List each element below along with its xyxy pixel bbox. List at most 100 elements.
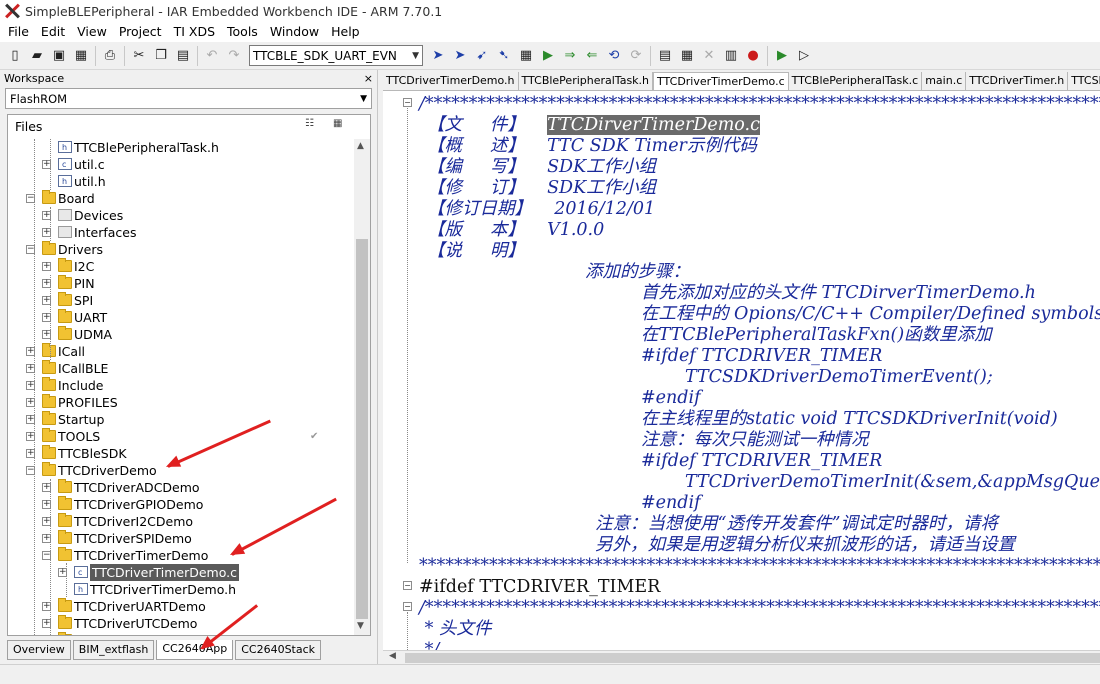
tree-item[interactable]: + TTCDriverUTCDemo — [8, 615, 354, 632]
folder-icon — [42, 462, 56, 476]
tab-cc2640stack[interactable]: CC2640Stack — [235, 640, 322, 660]
replace-icon[interactable]: ➷ — [494, 46, 514, 66]
editor-tab[interactable]: TTCDriverTimerDemo.c — [653, 72, 789, 90]
editor-tab[interactable]: TTCBlePeripheralTask.c — [789, 72, 923, 90]
build-column-icon[interactable]: ▦ — [333, 118, 347, 132]
tree-item[interactable]: − Drivers — [8, 241, 354, 258]
make-icon[interactable]: ▦ — [677, 46, 697, 66]
save-all-icon[interactable]: ▦ — [71, 46, 91, 66]
menu-window[interactable]: Window — [264, 22, 325, 42]
tree-item[interactable]: + UDMA — [8, 326, 354, 343]
menu-project[interactable]: Project — [113, 22, 168, 42]
compile-icon[interactable]: ▤ — [655, 46, 675, 66]
code-line: ****************************************… — [419, 556, 1100, 576]
tree-item[interactable]: + Include — [8, 377, 354, 394]
tree-item[interactable]: + ICallBLE — [8, 360, 354, 377]
scroll-up-icon[interactable]: ▲ — [357, 141, 364, 151]
editor-tab[interactable]: main.c — [922, 72, 967, 90]
scrollbar-thumb[interactable] — [405, 653, 1100, 663]
tree-item[interactable]: TTCDriverTimerDemo.h — [8, 581, 354, 598]
tree-item[interactable]: + PIN — [8, 275, 354, 292]
paste-icon[interactable]: ▤ — [173, 46, 193, 66]
download-debug-icon[interactable]: ▶ — [772, 46, 792, 66]
menu-view[interactable]: View — [71, 22, 113, 42]
tree-item[interactable]: +util.c — [8, 156, 354, 173]
code-editor[interactable]: − − − /*********************************… — [383, 90, 1100, 650]
folder-icon — [58, 598, 72, 612]
scrollbar-thumb[interactable] — [356, 239, 368, 619]
build-config-select[interactable]: TTCBLE_SDK_UART_EVN ▼ — [249, 45, 423, 66]
toolbar-separator — [197, 45, 198, 66]
tree-item[interactable]: + TOOLS ✔ — [8, 428, 354, 445]
tree-item[interactable]: + Devices — [8, 207, 354, 224]
toggle-breakpoint-list-icon[interactable]: ▥ — [721, 46, 741, 66]
editor-tab[interactable]: TTCDriverTimerDemo.h — [383, 72, 519, 90]
menu-help[interactable]: Help — [325, 22, 366, 42]
copy-icon[interactable]: ❐ — [151, 46, 171, 66]
tab-cc2640app[interactable]: CC2640App — [156, 640, 234, 660]
tree-item[interactable]: + UART — [8, 309, 354, 326]
tree-item[interactable]: +TTCDriverTimerDemo.c — [8, 564, 354, 581]
find-prev-icon[interactable]: ➤ — [450, 46, 470, 66]
tree-item[interactable]: + ICall — [8, 343, 354, 360]
tab-bim-extflash[interactable]: BIM_extflash — [72, 640, 155, 660]
cut-icon[interactable]: ✂ — [129, 46, 149, 66]
fold-toggle-icon[interactable]: − — [403, 98, 412, 107]
new-file-icon[interactable]: ▯ — [5, 46, 25, 66]
fold-toggle-icon[interactable]: − — [403, 581, 412, 590]
file-icon — [58, 156, 72, 173]
fold-guide — [407, 108, 408, 563]
toggle-bookmark-icon[interactable]: ▶ — [538, 46, 558, 66]
fold-toggle-icon[interactable]: − — [403, 602, 412, 611]
save-icon[interactable]: ▣ — [49, 46, 69, 66]
tree-item-label: TTCDriverUARTDemo — [74, 599, 206, 614]
workspace-config-select[interactable]: FlashROM ▼ — [5, 88, 372, 109]
menu-file[interactable]: File — [2, 22, 35, 42]
find-in-files-icon[interactable]: ➹ — [472, 46, 492, 66]
redo-icon[interactable]: ↷ — [224, 46, 244, 66]
editor-tabs: TTCDriverTimerDemo.h TTCBlePeripheralTask… — [383, 72, 1100, 90]
next-bookmark-icon[interactable]: ⇒ — [560, 46, 580, 66]
options-column-icon[interactable]: ☷ — [305, 118, 319, 132]
tree-item[interactable]: TTCBlePeripheralTask.h — [8, 139, 354, 156]
editor-tab[interactable]: TTCSDKBoard.h — [1068, 72, 1100, 90]
editor-tab[interactable]: TTCDriverTimer.h — [966, 72, 1069, 90]
editor-horizontal-scrollbar[interactable]: ◀ — [383, 650, 1100, 664]
menu-edit[interactable]: Edit — [35, 22, 71, 42]
navigate-forward-icon[interactable]: ⟳ — [626, 46, 646, 66]
tree-item[interactable]: + I2C — [8, 258, 354, 275]
breakpoint-icon[interactable]: ● — [743, 46, 763, 66]
tree-item[interactable]: + SPI — [8, 292, 354, 309]
tree-item[interactable]: − Board — [8, 190, 354, 207]
menu-tools[interactable]: Tools — [221, 22, 264, 42]
print-icon[interactable]: ⎙ — [100, 46, 120, 66]
scroll-down-icon[interactable]: ▼ — [357, 621, 364, 631]
tree-item[interactable]: + TTCDriverSPIDemo — [8, 530, 354, 547]
tree-item[interactable]: − TTCDriverTimerDemo — [8, 547, 354, 564]
tree-item[interactable]: + TTCDriverUARTDemo — [8, 598, 354, 615]
expand-icon[interactable]: + — [42, 262, 51, 271]
menu-ti-xds[interactable]: TI XDS — [168, 22, 221, 42]
tree-item[interactable]: + Startup — [8, 411, 354, 428]
stop-build-icon[interactable]: ✕ — [699, 46, 719, 66]
navigate-back-icon[interactable]: ⟲ — [604, 46, 624, 66]
open-folder-icon[interactable]: ▰ — [27, 46, 47, 66]
close-icon[interactable]: × — [364, 72, 373, 85]
tab-overview[interactable]: Overview — [7, 640, 71, 660]
scroll-left-icon[interactable]: ◀ — [389, 651, 396, 661]
tree-scrollbar[interactable]: ▲ ▼ — [354, 139, 370, 635]
tree-item[interactable]: + TTCDriverADCDemo — [8, 479, 354, 496]
tree-item-label: ICallBLE — [58, 361, 109, 376]
editor-tab[interactable]: TTCBlePeripheralTask.h — [519, 72, 654, 90]
undo-icon[interactable]: ↶ — [202, 46, 222, 66]
tree-item[interactable]: +TTCDriverWatchDog — [8, 632, 354, 635]
debug-without-download-icon[interactable]: ▷ — [794, 46, 814, 66]
tree-item[interactable]: + Interfaces — [8, 224, 354, 241]
tree-item[interactable]: + TTCDriverGPIODemo — [8, 496, 354, 513]
tree-item[interactable]: − TTCDriverDemo — [8, 462, 354, 479]
goto-icon[interactable]: ▦ — [516, 46, 536, 66]
tree-item[interactable]: util.h — [8, 173, 354, 190]
prev-bookmark-icon[interactable]: ⇐ — [582, 46, 602, 66]
tree-item[interactable]: + PROFILES — [8, 394, 354, 411]
find-next-icon[interactable]: ➤ — [428, 46, 448, 66]
